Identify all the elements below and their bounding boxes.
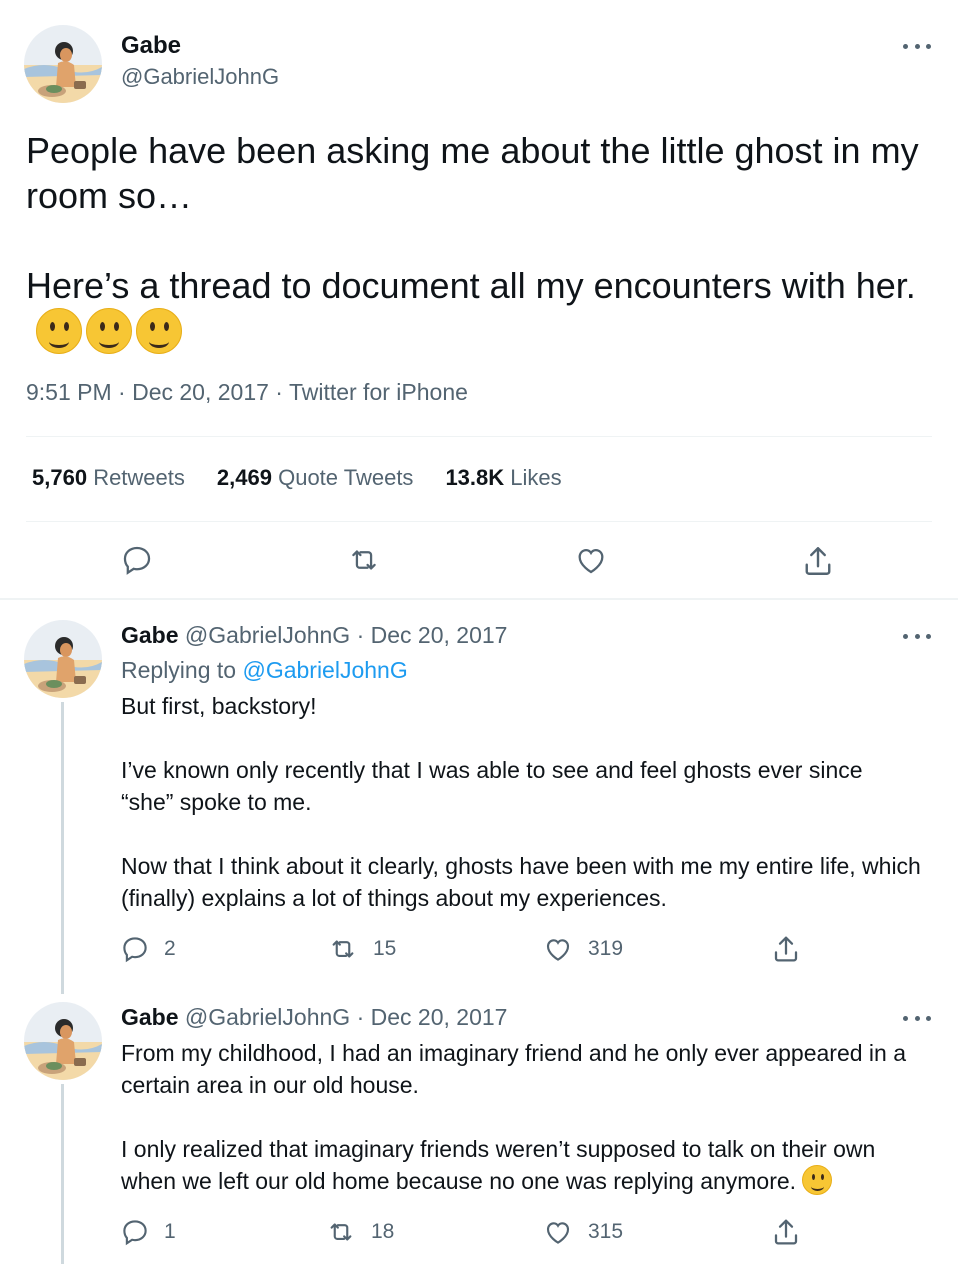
heart-icon bbox=[578, 548, 604, 574]
author-handle[interactable]: @GabrielJohnG bbox=[121, 64, 279, 90]
retweets-label: Retweets bbox=[93, 465, 185, 490]
section-separator bbox=[0, 598, 958, 600]
retweet-icon bbox=[330, 1223, 352, 1241]
avatar[interactable] bbox=[24, 1002, 102, 1080]
more-icon[interactable] bbox=[903, 1008, 931, 1028]
retweet-button[interactable] bbox=[346, 543, 382, 577]
reply-header: Gabe @GabrielJohnG · Dec 20, 2017 bbox=[121, 622, 507, 649]
retweet-count: 18 bbox=[371, 1220, 395, 1243]
reply-icon bbox=[123, 1220, 147, 1246]
like-button[interactable]: 315 bbox=[542, 1217, 623, 1247]
share-button[interactable] bbox=[800, 543, 836, 579]
reply-button[interactable] bbox=[120, 543, 154, 577]
like-button[interactable]: 319 bbox=[542, 934, 623, 964]
heart-icon bbox=[546, 939, 570, 961]
replying-to: Replying to @GabrielJohnG bbox=[121, 657, 408, 684]
like-count: 319 bbox=[588, 937, 624, 960]
avatar[interactable] bbox=[24, 620, 102, 698]
avatar[interactable] bbox=[24, 25, 102, 103]
tweet-stats: 5,760 Retweets 2,469 Quote Tweets 13.8K … bbox=[32, 465, 562, 491]
reply-count: 1 bbox=[164, 1220, 176, 1243]
replying-to-prefix: Replying to bbox=[121, 657, 243, 683]
quotes-label: Quote Tweets bbox=[278, 465, 414, 490]
reply-button[interactable]: 2 bbox=[120, 934, 176, 964]
divider bbox=[26, 436, 932, 437]
likes-label: Likes bbox=[510, 465, 562, 490]
retweet-count: 15 bbox=[373, 937, 397, 960]
heart-icon bbox=[546, 1222, 570, 1244]
author-name[interactable]: Gabe bbox=[121, 32, 181, 60]
share-button[interactable] bbox=[770, 1216, 802, 1248]
smiley-emoji-icon bbox=[802, 1165, 833, 1195]
share-icon bbox=[774, 1219, 798, 1245]
author-name[interactable]: Gabe bbox=[121, 622, 179, 648]
thread-connector bbox=[61, 702, 64, 994]
reply-text: But first, backstory! I’ve known only re… bbox=[121, 693, 921, 911]
share-icon bbox=[805, 547, 831, 575]
retweets-count: 5,760 bbox=[32, 465, 88, 490]
retweets-stat[interactable]: 5,760 Retweets bbox=[32, 465, 185, 491]
author-handle[interactable]: @GabrielJohnG bbox=[185, 1004, 350, 1030]
reply-text: From my childhood, I had an imaginary fr… bbox=[121, 1037, 921, 1197]
tweet-text-body: People have been asking me about the lit… bbox=[26, 130, 919, 306]
reply-button[interactable]: 1 bbox=[120, 1217, 176, 1247]
smiley-emoji-icon bbox=[86, 308, 132, 354]
dot-separator: · bbox=[350, 622, 371, 648]
reply-icon bbox=[123, 937, 147, 963]
likes-count: 13.8K bbox=[445, 465, 505, 490]
author-name[interactable]: Gabe bbox=[121, 1004, 179, 1030]
quotes-stat[interactable]: 2,469 Quote Tweets bbox=[217, 465, 414, 491]
like-button[interactable] bbox=[573, 543, 609, 577]
more-icon[interactable] bbox=[903, 626, 931, 646]
more-icon[interactable] bbox=[903, 36, 931, 56]
reply-count: 2 bbox=[164, 937, 176, 960]
reply-date[interactable]: Dec 20, 2017 bbox=[371, 622, 508, 648]
retweet-button[interactable]: 15 bbox=[327, 934, 396, 964]
thread-connector bbox=[61, 1084, 64, 1264]
reply-date[interactable]: Dec 20, 2017 bbox=[371, 1004, 508, 1030]
retweet-icon bbox=[352, 550, 376, 570]
share-button[interactable] bbox=[770, 933, 802, 965]
tweet-text: People have been asking me about the lit… bbox=[26, 128, 926, 356]
smiley-emoji-icon bbox=[36, 308, 82, 354]
share-icon bbox=[774, 936, 798, 962]
retweet-button[interactable]: 18 bbox=[325, 1217, 394, 1247]
smiley-emoji-icon bbox=[136, 308, 182, 354]
like-count: 315 bbox=[588, 1220, 624, 1243]
tweet-meta[interactable]: 9:51 PM · Dec 20, 2017 · Twitter for iPh… bbox=[26, 379, 468, 406]
smiley-emoji-group bbox=[36, 308, 182, 354]
reply-icon bbox=[123, 546, 151, 575]
quotes-count: 2,469 bbox=[216, 465, 272, 490]
divider bbox=[26, 521, 932, 522]
dot-separator: · bbox=[350, 1004, 371, 1030]
reply-header: Gabe @GabrielJohnG · Dec 20, 2017 bbox=[121, 1004, 507, 1031]
likes-stat[interactable]: 13.8K Likes bbox=[445, 465, 561, 491]
reply-text-body: From my childhood, I had an imaginary fr… bbox=[121, 1040, 907, 1194]
replying-to-link[interactable]: @GabrielJohnG bbox=[242, 657, 407, 683]
retweet-icon bbox=[332, 940, 354, 958]
author-handle[interactable]: @GabrielJohnG bbox=[185, 622, 350, 648]
